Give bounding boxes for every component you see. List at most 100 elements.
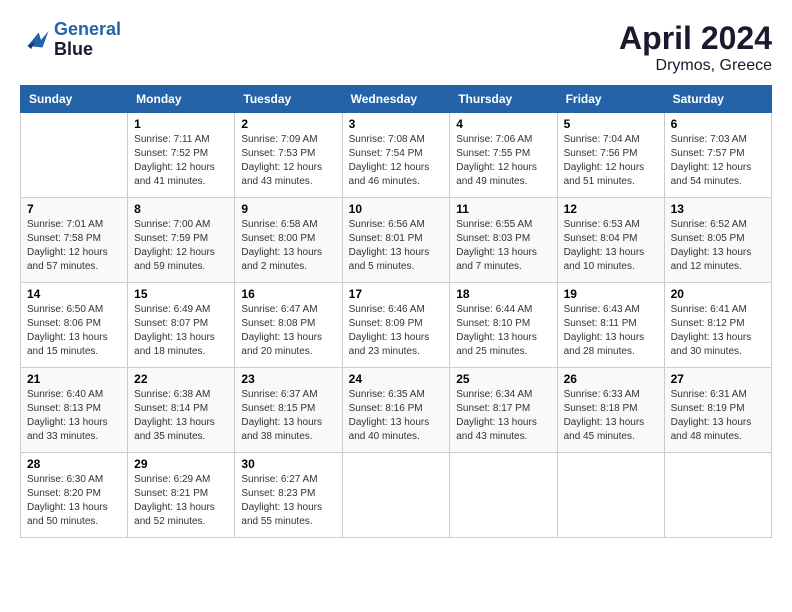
day-info: Sunrise: 6:31 AMSunset: 8:19 PMDaylight:… xyxy=(671,388,765,444)
column-header-saturday: Saturday xyxy=(664,86,771,113)
day-number: 2 xyxy=(241,117,335,131)
day-info: Sunrise: 6:27 AMSunset: 8:23 PMDaylight:… xyxy=(241,473,335,529)
day-info: Sunrise: 7:09 AMSunset: 7:53 PMDaylight:… xyxy=(241,133,335,189)
calendar-cell xyxy=(342,453,450,538)
day-info: Sunrise: 6:50 AMSunset: 8:06 PMDaylight:… xyxy=(27,303,121,359)
calendar-cell: 5 Sunrise: 7:04 AMSunset: 7:56 PMDaylight… xyxy=(557,113,664,198)
calendar-cell xyxy=(557,453,664,538)
day-info: Sunrise: 6:46 AMSunset: 8:09 PMDaylight:… xyxy=(349,303,444,359)
day-info: Sunrise: 6:43 AMSunset: 8:11 PMDaylight:… xyxy=(564,303,658,359)
day-number: 24 xyxy=(349,372,444,386)
day-info: Sunrise: 6:33 AMSunset: 8:18 PMDaylight:… xyxy=(564,388,658,444)
calendar-cell: 13Sunrise: 6:52 AMSunset: 8:05 PMDayligh… xyxy=(664,198,771,283)
calendar-cell: 25Sunrise: 6:34 AMSunset: 8:17 PMDayligh… xyxy=(450,368,557,453)
day-info: Sunrise: 6:29 AMSunset: 8:21 PMDaylight:… xyxy=(134,473,228,529)
calendar-cell: 23 Sunrise: 6:37 AMSunset: 8:15 PMDayligh… xyxy=(235,368,342,453)
day-info: Sunrise: 6:35 AMSunset: 8:16 PMDaylight:… xyxy=(349,388,444,444)
day-number: 16 xyxy=(241,287,335,301)
calendar-cell: 24 Sunrise: 6:35 AMSunset: 8:16 PMDayligh… xyxy=(342,368,450,453)
day-info: Sunrise: 6:38 AMSunset: 8:14 PMDaylight:… xyxy=(134,388,228,444)
calendar-cell: 11 Sunrise: 6:55 AMSunset: 8:03 PMDayligh… xyxy=(450,198,557,283)
day-info: Sunrise: 6:58 AMSunset: 8:00 PMDaylight:… xyxy=(241,218,335,274)
day-info: Sunrise: 6:47 AMSunset: 8:08 PMDaylight:… xyxy=(241,303,335,359)
day-info: Sunrise: 6:55 AMSunset: 8:03 PMDaylight:… xyxy=(456,218,550,274)
day-number: 1 xyxy=(134,117,228,131)
day-number: 7 xyxy=(27,202,121,216)
calendar-cell: 21 Sunrise: 6:40 AMSunset: 8:13 PMDayligh… xyxy=(21,368,128,453)
calendar-cell: 10 Sunrise: 6:56 AMSunset: 8:01 PMDayligh… xyxy=(342,198,450,283)
day-number: 19 xyxy=(564,287,658,301)
calendar-cell: 4 Sunrise: 7:06 AMSunset: 7:55 PMDaylight… xyxy=(450,113,557,198)
day-number: 22 xyxy=(134,372,228,386)
calendar-cell: 18 Sunrise: 6:44 AMSunset: 8:10 PMDayligh… xyxy=(450,283,557,368)
calendar-cell: 20 Sunrise: 6:41 AMSunset: 8:12 PMDayligh… xyxy=(664,283,771,368)
calendar-cell: 19 Sunrise: 6:43 AMSunset: 8:11 PMDayligh… xyxy=(557,283,664,368)
day-info: Sunrise: 7:00 AMSunset: 7:59 PMDaylight:… xyxy=(134,218,228,274)
week-row-3: 14Sunrise: 6:50 AMSunset: 8:06 PMDayligh… xyxy=(21,283,772,368)
day-number: 17 xyxy=(349,287,444,301)
day-info: Sunrise: 6:44 AMSunset: 8:10 PMDaylight:… xyxy=(456,303,550,359)
calendar-cell: 22 Sunrise: 6:38 AMSunset: 8:14 PMDayligh… xyxy=(128,368,235,453)
day-number: 23 xyxy=(241,372,335,386)
calendar-cell xyxy=(664,453,771,538)
day-info: Sunrise: 6:52 AMSunset: 8:05 PMDaylight:… xyxy=(671,218,765,274)
calendar-cell: 16 Sunrise: 6:47 AMSunset: 8:08 PMDayligh… xyxy=(235,283,342,368)
calendar-cell xyxy=(450,453,557,538)
day-number: 21 xyxy=(27,372,121,386)
column-header-tuesday: Tuesday xyxy=(235,86,342,113)
day-number: 15 xyxy=(134,287,228,301)
calendar-cell: 2 Sunrise: 7:09 AMSunset: 7:53 PMDaylight… xyxy=(235,113,342,198)
calendar-cell: 27Sunrise: 6:31 AMSunset: 8:19 PMDayligh… xyxy=(664,368,771,453)
week-row-1: 1 Sunrise: 7:11 AMSunset: 7:52 PMDaylight… xyxy=(21,113,772,198)
logo-icon xyxy=(20,25,50,55)
day-number: 11 xyxy=(456,202,550,216)
day-info: Sunrise: 7:06 AMSunset: 7:55 PMDaylight:… xyxy=(456,133,550,189)
calendar-cell: 29 Sunrise: 6:29 AMSunset: 8:21 PMDayligh… xyxy=(128,453,235,538)
day-info: Sunrise: 6:37 AMSunset: 8:15 PMDaylight:… xyxy=(241,388,335,444)
day-info: Sunrise: 6:41 AMSunset: 8:12 PMDaylight:… xyxy=(671,303,765,359)
day-info: Sunrise: 6:34 AMSunset: 8:17 PMDaylight:… xyxy=(456,388,550,444)
month-year-title: April 2024 xyxy=(619,20,772,57)
calendar-cell: 7 Sunrise: 7:01 AMSunset: 7:58 PMDaylight… xyxy=(21,198,128,283)
day-number: 9 xyxy=(241,202,335,216)
calendar-cell: 15 Sunrise: 6:49 AMSunset: 8:07 PMDayligh… xyxy=(128,283,235,368)
calendar-table: SundayMondayTuesdayWednesdayThursdayFrid… xyxy=(20,85,772,538)
day-info: Sunrise: 6:56 AMSunset: 8:01 PMDaylight:… xyxy=(349,218,444,274)
day-info: Sunrise: 7:08 AMSunset: 7:54 PMDaylight:… xyxy=(349,133,444,189)
day-info: Sunrise: 7:11 AMSunset: 7:52 PMDaylight:… xyxy=(134,133,228,189)
logo-text: General Blue xyxy=(54,20,121,60)
day-number: 4 xyxy=(456,117,550,131)
calendar-cell: 8Sunrise: 7:00 AMSunset: 7:59 PMDaylight… xyxy=(128,198,235,283)
day-number: 20 xyxy=(671,287,765,301)
column-header-sunday: Sunday xyxy=(21,86,128,113)
week-row-2: 7 Sunrise: 7:01 AMSunset: 7:58 PMDaylight… xyxy=(21,198,772,283)
column-header-thursday: Thursday xyxy=(450,86,557,113)
location-subtitle: Drymos, Greece xyxy=(619,57,772,75)
calendar-cell: 6Sunrise: 7:03 AMSunset: 7:57 PMDaylight… xyxy=(664,113,771,198)
day-number: 5 xyxy=(564,117,658,131)
column-header-wednesday: Wednesday xyxy=(342,86,450,113)
calendar-cell: 9 Sunrise: 6:58 AMSunset: 8:00 PMDaylight… xyxy=(235,198,342,283)
page-header: General Blue April 2024 Drymos, Greece xyxy=(20,20,772,75)
day-info: Sunrise: 6:49 AMSunset: 8:07 PMDaylight:… xyxy=(134,303,228,359)
calendar-header-row: SundayMondayTuesdayWednesdayThursdayFrid… xyxy=(21,86,772,113)
column-header-monday: Monday xyxy=(128,86,235,113)
day-info: Sunrise: 6:30 AMSunset: 8:20 PMDaylight:… xyxy=(27,473,121,529)
title-block: April 2024 Drymos, Greece xyxy=(619,20,772,75)
day-number: 12 xyxy=(564,202,658,216)
day-number: 10 xyxy=(349,202,444,216)
day-info: Sunrise: 7:01 AMSunset: 7:58 PMDaylight:… xyxy=(27,218,121,274)
calendar-cell: 12Sunrise: 6:53 AMSunset: 8:04 PMDayligh… xyxy=(557,198,664,283)
day-info: Sunrise: 6:40 AMSunset: 8:13 PMDaylight:… xyxy=(27,388,121,444)
day-number: 18 xyxy=(456,287,550,301)
calendar-cell: 17 Sunrise: 6:46 AMSunset: 8:09 PMDayligh… xyxy=(342,283,450,368)
column-header-friday: Friday xyxy=(557,86,664,113)
week-row-4: 21 Sunrise: 6:40 AMSunset: 8:13 PMDayligh… xyxy=(21,368,772,453)
day-info: Sunrise: 7:04 AMSunset: 7:56 PMDaylight:… xyxy=(564,133,658,189)
day-number: 29 xyxy=(134,457,228,471)
logo: General Blue xyxy=(20,20,121,60)
day-info: Sunrise: 7:03 AMSunset: 7:57 PMDaylight:… xyxy=(671,133,765,189)
calendar-cell: 28Sunrise: 6:30 AMSunset: 8:20 PMDayligh… xyxy=(21,453,128,538)
calendar-cell xyxy=(21,113,128,198)
calendar-cell: 30Sunrise: 6:27 AMSunset: 8:23 PMDayligh… xyxy=(235,453,342,538)
